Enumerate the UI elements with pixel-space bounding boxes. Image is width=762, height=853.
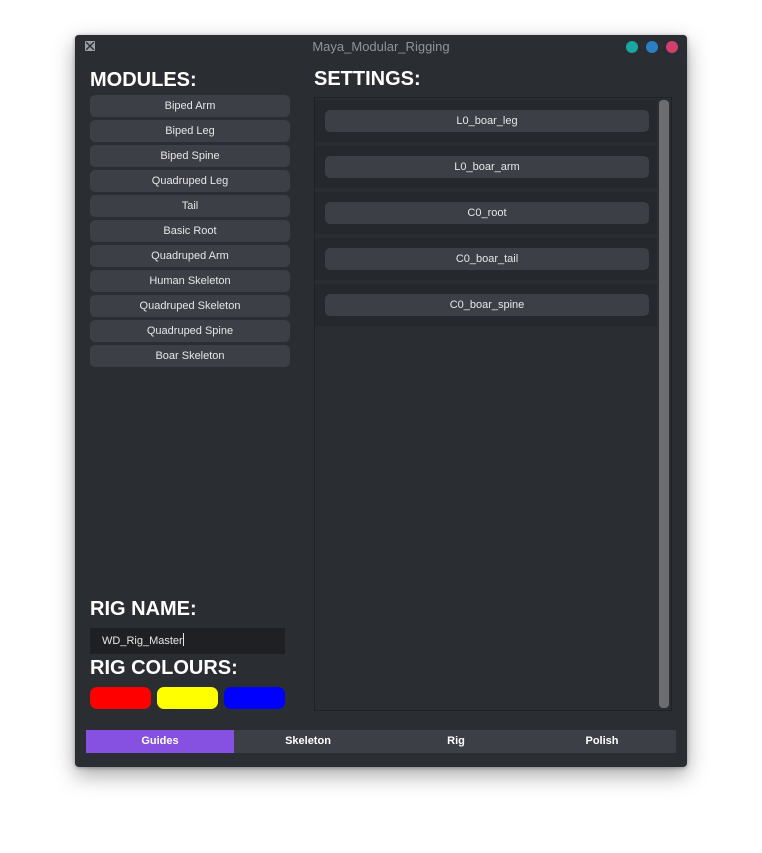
module-button-quadruped-leg[interactable]: Quadruped Leg xyxy=(90,170,290,192)
settings-heading: SETTINGS: xyxy=(314,68,421,90)
maximize-button[interactable] xyxy=(646,41,658,53)
module-list: Biped Arm Biped Leg Biped Spine Quadrupe… xyxy=(90,95,290,370)
settings-panel: L0_boar_leg L0_boar_arm C0_root C0_boar_… xyxy=(314,97,672,711)
main-window: Maya_Modular_Rigging MODULES: Biped Arm … xyxy=(75,35,687,767)
modules-heading: MODULES: xyxy=(90,69,197,91)
tab-bar: Guides Skeleton Rig Polish xyxy=(86,730,676,753)
setting-button-c0-boar-tail[interactable]: C0_boar_tail xyxy=(325,248,649,270)
setting-row: L0_boar_arm xyxy=(315,146,657,188)
tab-skeleton[interactable]: Skeleton xyxy=(234,730,382,753)
title-bar[interactable]: Maya_Modular_Rigging xyxy=(75,35,687,59)
minimize-button[interactable] xyxy=(626,41,638,53)
setting-button-c0-root[interactable]: C0_root xyxy=(325,202,649,224)
rig-colours-heading: RIG COLOURS: xyxy=(90,657,238,679)
settings-scrollbar[interactable] xyxy=(659,100,669,708)
setting-row: C0_boar_spine xyxy=(315,284,657,326)
colour-swatch-yellow[interactable] xyxy=(157,687,218,709)
setting-button-l0-boar-leg[interactable]: L0_boar_leg xyxy=(325,110,649,132)
rig-name-heading: RIG NAME: xyxy=(90,598,197,620)
text-caret xyxy=(182,633,184,646)
rig-name-value: WD_Rig_Master xyxy=(102,635,183,647)
colour-swatch-red[interactable] xyxy=(90,687,151,709)
module-button-quadruped-skeleton[interactable]: Quadruped Skeleton xyxy=(90,295,290,317)
module-button-human-skeleton[interactable]: Human Skeleton xyxy=(90,270,290,292)
tab-polish[interactable]: Polish xyxy=(528,730,676,753)
rig-name-input[interactable]: WD_Rig_Master xyxy=(90,628,285,654)
module-button-boar-skeleton[interactable]: Boar Skeleton xyxy=(90,345,290,367)
module-button-quadruped-spine[interactable]: Quadruped Spine xyxy=(90,320,290,342)
setting-row: C0_boar_tail xyxy=(315,238,657,280)
module-button-tail[interactable]: Tail xyxy=(90,195,290,217)
close-button[interactable] xyxy=(666,41,678,53)
setting-button-l0-boar-arm[interactable]: L0_boar_arm xyxy=(325,156,649,178)
module-button-quadruped-arm[interactable]: Quadruped Arm xyxy=(90,245,290,267)
setting-row: L0_boar_leg xyxy=(315,100,657,142)
module-button-biped-leg[interactable]: Biped Leg xyxy=(90,120,290,142)
setting-row: C0_root xyxy=(315,192,657,234)
module-button-biped-spine[interactable]: Biped Spine xyxy=(90,145,290,167)
colour-swatch-blue[interactable] xyxy=(224,687,285,709)
module-button-basic-root[interactable]: Basic Root xyxy=(90,220,290,242)
tab-rig[interactable]: Rig xyxy=(382,730,530,753)
setting-button-c0-boar-spine[interactable]: C0_boar_spine xyxy=(325,294,649,316)
window-title: Maya_Modular_Rigging xyxy=(312,39,450,54)
module-button-biped-arm[interactable]: Biped Arm xyxy=(90,95,290,117)
tab-guides[interactable]: Guides xyxy=(86,730,234,753)
